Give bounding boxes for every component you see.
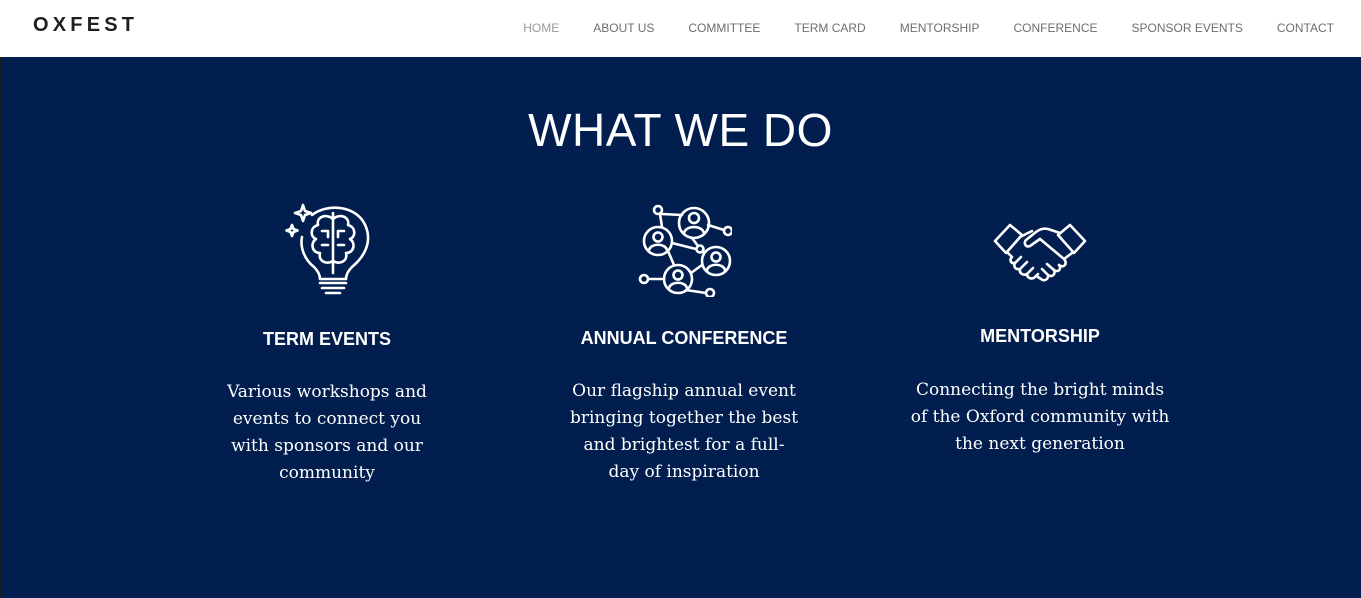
lightbulb-brain-icon [282, 203, 372, 295]
card-title: ANNUAL CONFERENCE [580, 328, 788, 348]
nav-item-conference[interactable]: CONFERENCE [1014, 20, 1098, 36]
card-description: Connecting the bright minds of the Oxfor… [910, 380, 1170, 454]
handshake-icon [993, 205, 1087, 297]
top-navigation-bar: OXFEST HOME ABOUT US COMMITTEE TERM CARD… [0, 0, 1361, 57]
nav-item-contact[interactable]: CONTACT [1277, 20, 1334, 36]
nav-item-committee[interactable]: COMMITTEE [688, 20, 760, 36]
nav-item-home[interactable]: HOME [523, 20, 559, 36]
nav-item-mentorship[interactable]: MENTORSHIP [900, 20, 980, 36]
main-nav: HOME ABOUT US COMMITTEE TERM CARD MENTOR… [489, 20, 1334, 36]
card-title: TERM EVENTS [262, 329, 391, 349]
people-network-icon [638, 203, 732, 297]
card-title: MENTORSHIP [980, 326, 1100, 346]
nav-item-sponsor-events[interactable]: SPONSOR EVENTS [1132, 20, 1243, 36]
site-logo[interactable]: OXFEST [33, 13, 138, 37]
section-title: WHAT WE DO [528, 104, 833, 156]
card-description: Our flagship annual event bringing toget… [569, 381, 799, 482]
nav-item-term-card[interactable]: TERM CARD [794, 20, 865, 36]
card-description: Various workshops and events to connect … [227, 382, 427, 483]
nav-item-about-us[interactable]: ABOUT US [593, 20, 654, 36]
